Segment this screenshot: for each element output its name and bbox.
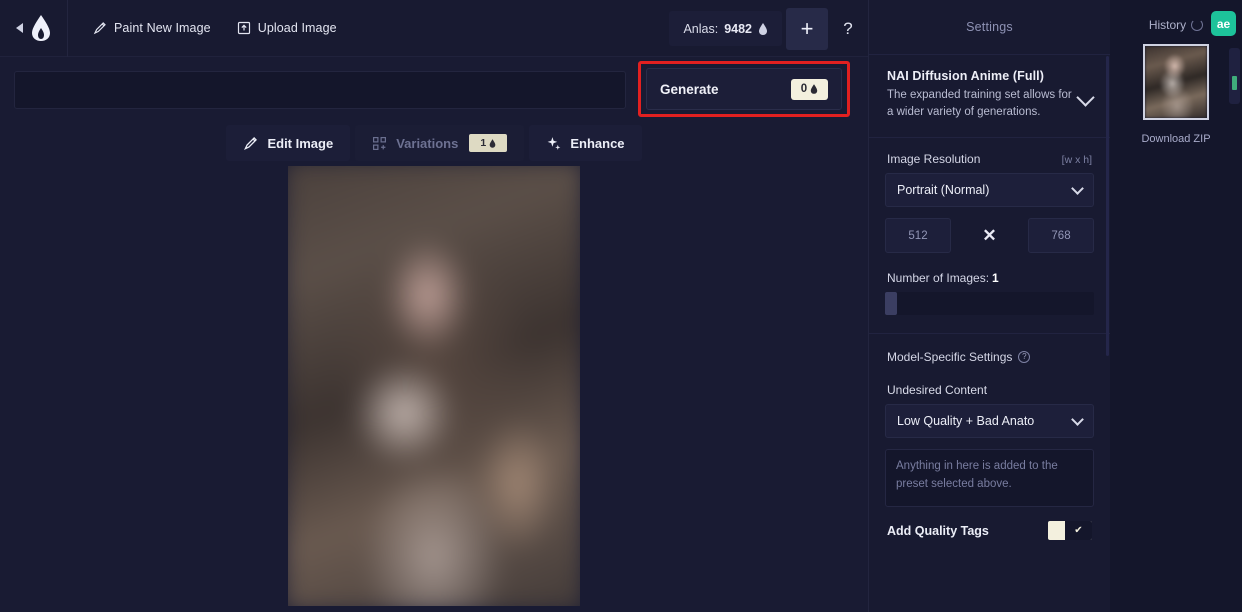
enhance-button[interactable]: Enhance bbox=[529, 125, 642, 161]
download-zip-button[interactable]: Download ZIP bbox=[1110, 133, 1242, 145]
anlas-counter[interactable]: Anlas: 9482 bbox=[669, 11, 782, 46]
model-text: NAI Diffusion Anime (Full) The expanded … bbox=[887, 69, 1079, 121]
anlas-label: Anlas: bbox=[683, 21, 719, 36]
paint-new-image-button[interactable]: Paint New Image bbox=[89, 16, 215, 40]
add-anlas-button[interactable]: + bbox=[786, 7, 828, 50]
history-thumbnail-list bbox=[1110, 44, 1242, 120]
generate-label: Generate bbox=[660, 81, 719, 97]
chevron-down-icon bbox=[1071, 181, 1084, 195]
variations-cost-badge: 1 bbox=[469, 134, 508, 152]
main-content-column: Paint New Image Upload Image Anlas: 9482 bbox=[0, 0, 868, 612]
tool-group: Edit Image Variations 1 Enhance bbox=[226, 125, 642, 161]
sparkle-icon bbox=[547, 136, 561, 150]
pen-icon bbox=[93, 22, 106, 35]
number-of-images-row: Number of Images: 1 bbox=[885, 255, 1094, 285]
chevron-down-icon bbox=[1076, 88, 1095, 107]
number-of-images-label: Number of Images: bbox=[887, 271, 990, 286]
edge-widget-indicator-icon bbox=[1232, 76, 1237, 90]
upload-icon bbox=[237, 21, 250, 35]
generate-button[interactable]: Generate 0 bbox=[646, 68, 842, 110]
add-quality-tags-row: Add Quality Tags ✔ bbox=[885, 507, 1094, 546]
number-of-images-value: 1 bbox=[992, 271, 999, 286]
history-thumbnail[interactable] bbox=[1143, 44, 1209, 120]
anlas-icon bbox=[759, 22, 767, 35]
generated-image-content bbox=[288, 166, 580, 606]
resolution-label-row: Image Resolution [w x h] bbox=[885, 138, 1094, 173]
enhance-label: Enhance bbox=[570, 135, 625, 151]
model-name: NAI Diffusion Anime (Full) bbox=[887, 69, 1044, 83]
paint-new-image-label: Paint New Image bbox=[114, 21, 211, 35]
undesired-content-preset-select[interactable]: Low Quality + Bad Anato bbox=[885, 404, 1094, 439]
prompt-row: Generate 0 bbox=[0, 57, 868, 119]
settings-panel: Settings NAI Diffusion Anime (Full) The … bbox=[868, 0, 1110, 612]
height-input[interactable]: 768 bbox=[1028, 218, 1094, 254]
settings-scrollbar[interactable] bbox=[1106, 56, 1109, 356]
top-bar-right: Anlas: 9482 + ? bbox=[669, 0, 868, 57]
add-quality-tags-toggle[interactable]: ✔ bbox=[1048, 521, 1092, 541]
model-description: The expanded training set allows for a w… bbox=[887, 89, 1072, 119]
generated-image[interactable] bbox=[288, 166, 580, 606]
novelai-feather-logo[interactable] bbox=[30, 15, 52, 41]
resolution-preset-select[interactable]: Portrait (Normal) bbox=[885, 173, 1094, 208]
image-resolution-label: Image Resolution bbox=[887, 152, 981, 167]
toggle-knob-checkmark-icon: ✔ bbox=[1065, 521, 1092, 541]
model-section: NAI Diffusion Anime (Full) The expanded … bbox=[869, 54, 1110, 137]
undesired-content-textarea[interactable]: Anything in here is added to the preset … bbox=[885, 449, 1094, 508]
variations-label: Variations bbox=[396, 135, 459, 151]
canvas-area bbox=[0, 165, 868, 612]
dimension-row: 512 ✕ 768 bbox=[885, 207, 1094, 255]
chevron-down-icon bbox=[1071, 412, 1084, 426]
top-bar-actions: Paint New Image Upload Image bbox=[68, 16, 341, 40]
undesired-content-label: Undesired Content bbox=[887, 383, 988, 398]
variations-cost-value: 1 bbox=[480, 137, 487, 149]
generate-cost-badge: 0 bbox=[791, 78, 828, 100]
top-bar: Paint New Image Upload Image Anlas: 9482 bbox=[0, 0, 868, 57]
resolution-section: Image Resolution [w x h] Portrait (Norma… bbox=[869, 137, 1110, 316]
edge-side-widget[interactable] bbox=[1229, 48, 1240, 104]
grid-plus-icon bbox=[373, 136, 387, 150]
brand-area bbox=[0, 0, 68, 57]
settings-title: Settings bbox=[966, 20, 1013, 34]
help-button[interactable]: ? bbox=[828, 8, 868, 50]
width-input[interactable]: 512 bbox=[885, 218, 951, 254]
upload-image-label: Upload Image bbox=[257, 21, 337, 35]
model-specific-label: Model-Specific Settings bbox=[887, 350, 1013, 365]
upload-image-button[interactable]: Upload Image bbox=[233, 16, 341, 40]
model-specific-section: Model-Specific Settings ? Undesired Cont… bbox=[869, 333, 1110, 546]
history-title: History bbox=[1148, 18, 1187, 32]
slider-handle[interactable] bbox=[885, 292, 897, 316]
add-quality-tags-label: Add Quality Tags bbox=[887, 523, 989, 538]
prompt-input[interactable] bbox=[14, 71, 626, 109]
resolution-hint: [w x h] bbox=[1061, 154, 1092, 167]
history-thumbnail-image bbox=[1145, 46, 1207, 118]
anlas-value: 9482 bbox=[724, 21, 752, 36]
brush-icon bbox=[244, 136, 258, 150]
generate-cost-value: 0 bbox=[800, 83, 808, 95]
variations-button[interactable]: Variations 1 bbox=[355, 125, 525, 161]
generate-highlight-box: Generate 0 bbox=[638, 61, 850, 117]
resolution-preset-value: Portrait (Normal) bbox=[897, 183, 990, 198]
tool-row: Edit Image Variations 1 Enhance bbox=[0, 119, 868, 165]
dimension-times-icon: ✕ bbox=[982, 225, 997, 245]
edit-image-label: Edit Image bbox=[267, 135, 334, 151]
anlas-icon bbox=[489, 138, 496, 148]
caret-left-icon[interactable] bbox=[15, 23, 23, 33]
ae-extension-badge[interactable]: ae bbox=[1211, 11, 1236, 36]
number-of-images-slider[interactable] bbox=[885, 292, 1094, 316]
info-icon[interactable]: ? bbox=[1018, 351, 1031, 364]
history-panel: History ae Download ZIP bbox=[1110, 0, 1242, 612]
edit-image-button[interactable]: Edit Image bbox=[226, 125, 351, 161]
refresh-icon[interactable] bbox=[1191, 19, 1204, 31]
model-selector[interactable]: NAI Diffusion Anime (Full) The expanded … bbox=[885, 55, 1095, 137]
undesired-content-preset-value: Low Quality + Bad Anato bbox=[897, 414, 1035, 429]
anlas-icon bbox=[811, 84, 818, 94]
model-specific-header: Model-Specific Settings ? bbox=[885, 334, 1094, 364]
novelai-image-generation-app: Paint New Image Upload Image Anlas: 9482 bbox=[0, 0, 1242, 612]
